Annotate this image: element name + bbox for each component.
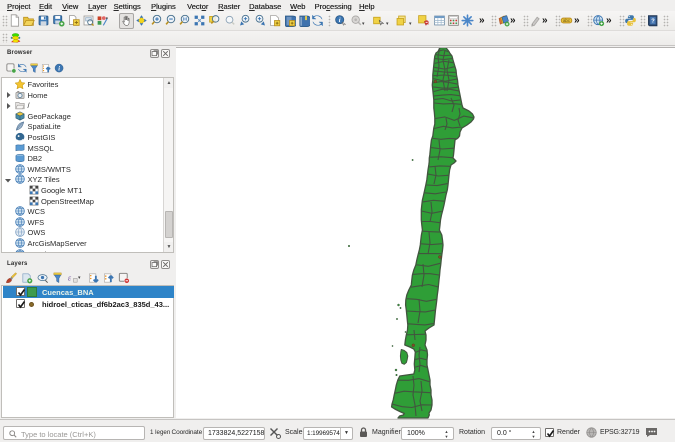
svg-text:i: i [338, 17, 340, 24]
svg-text:i: i [58, 65, 60, 72]
svg-text:?: ? [651, 19, 655, 25]
svg-text:ε: ε [68, 273, 72, 282]
svg-text:abc: abc [563, 18, 571, 23]
